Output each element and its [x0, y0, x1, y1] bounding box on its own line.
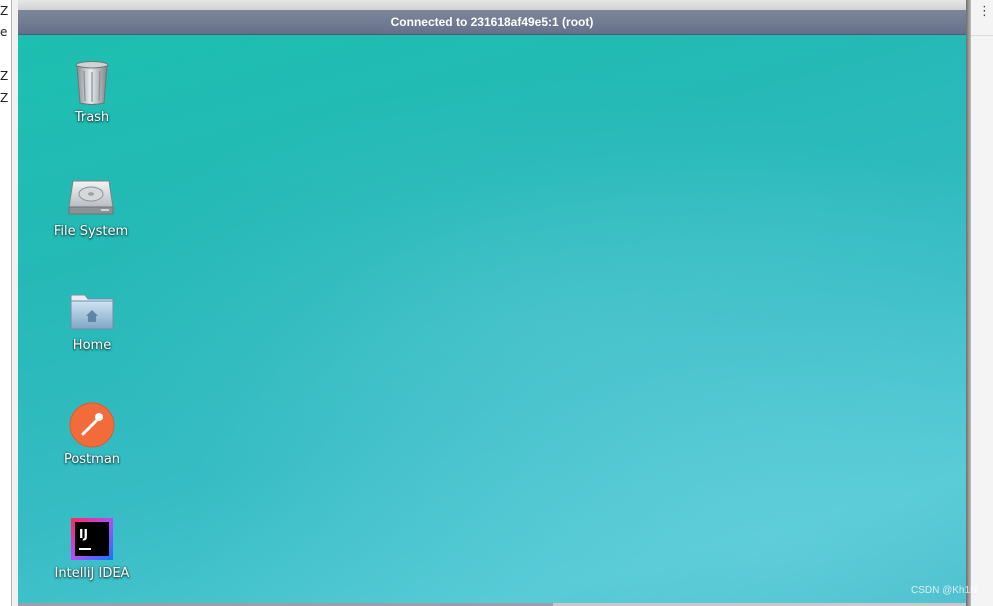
svg-text:IJ: IJ [79, 527, 88, 541]
desktop-icon-file-system[interactable]: File System [46, 173, 136, 239]
hard-drive-icon [67, 173, 115, 221]
intellij-idea-icon: IJ [68, 515, 116, 563]
host-text-fragment: Z [0, 4, 9, 18]
desktop-icon-trash[interactable]: Trash [47, 59, 137, 125]
divider [971, 35, 993, 36]
desktop-icon-label: Trash [74, 110, 110, 125]
more-menu-icon[interactable]: ⋮ [978, 4, 991, 19]
viewer-title-bar[interactable]: Connected to 231618af49e5:1 (root) [18, 10, 966, 35]
desktop-icon-label: File System [53, 224, 129, 239]
host-right-pane: ⋮ [971, 0, 993, 606]
postman-icon [68, 401, 116, 449]
viewer-title: Connected to 231618af49e5:1 (root) [390, 15, 594, 29]
remote-desktop[interactable]: Trash File System Home Postman IJ Intell… [18, 35, 966, 603]
desktop-icon-label: Home [72, 338, 112, 353]
desktop-icon-home[interactable]: Home [47, 287, 137, 353]
host-text-fragment: e [0, 25, 8, 39]
desktop-icon-label: IntelliJ IDEA [54, 566, 130, 581]
watermark: CSDN @Kh1N [911, 585, 978, 596]
host-text-fragment: Z [0, 91, 9, 105]
desktop-icon-intellij-idea[interactable]: IJ IntelliJ IDEA [47, 515, 137, 581]
host-window-left-edge: Z e Z Z [0, 0, 12, 606]
desktop-icon-label: Postman [63, 452, 121, 467]
desktop-icon-postman[interactable]: Postman [47, 401, 137, 467]
trash-icon [68, 59, 116, 107]
home-folder-icon [68, 287, 116, 335]
host-text-fragment: Z [0, 69, 9, 83]
